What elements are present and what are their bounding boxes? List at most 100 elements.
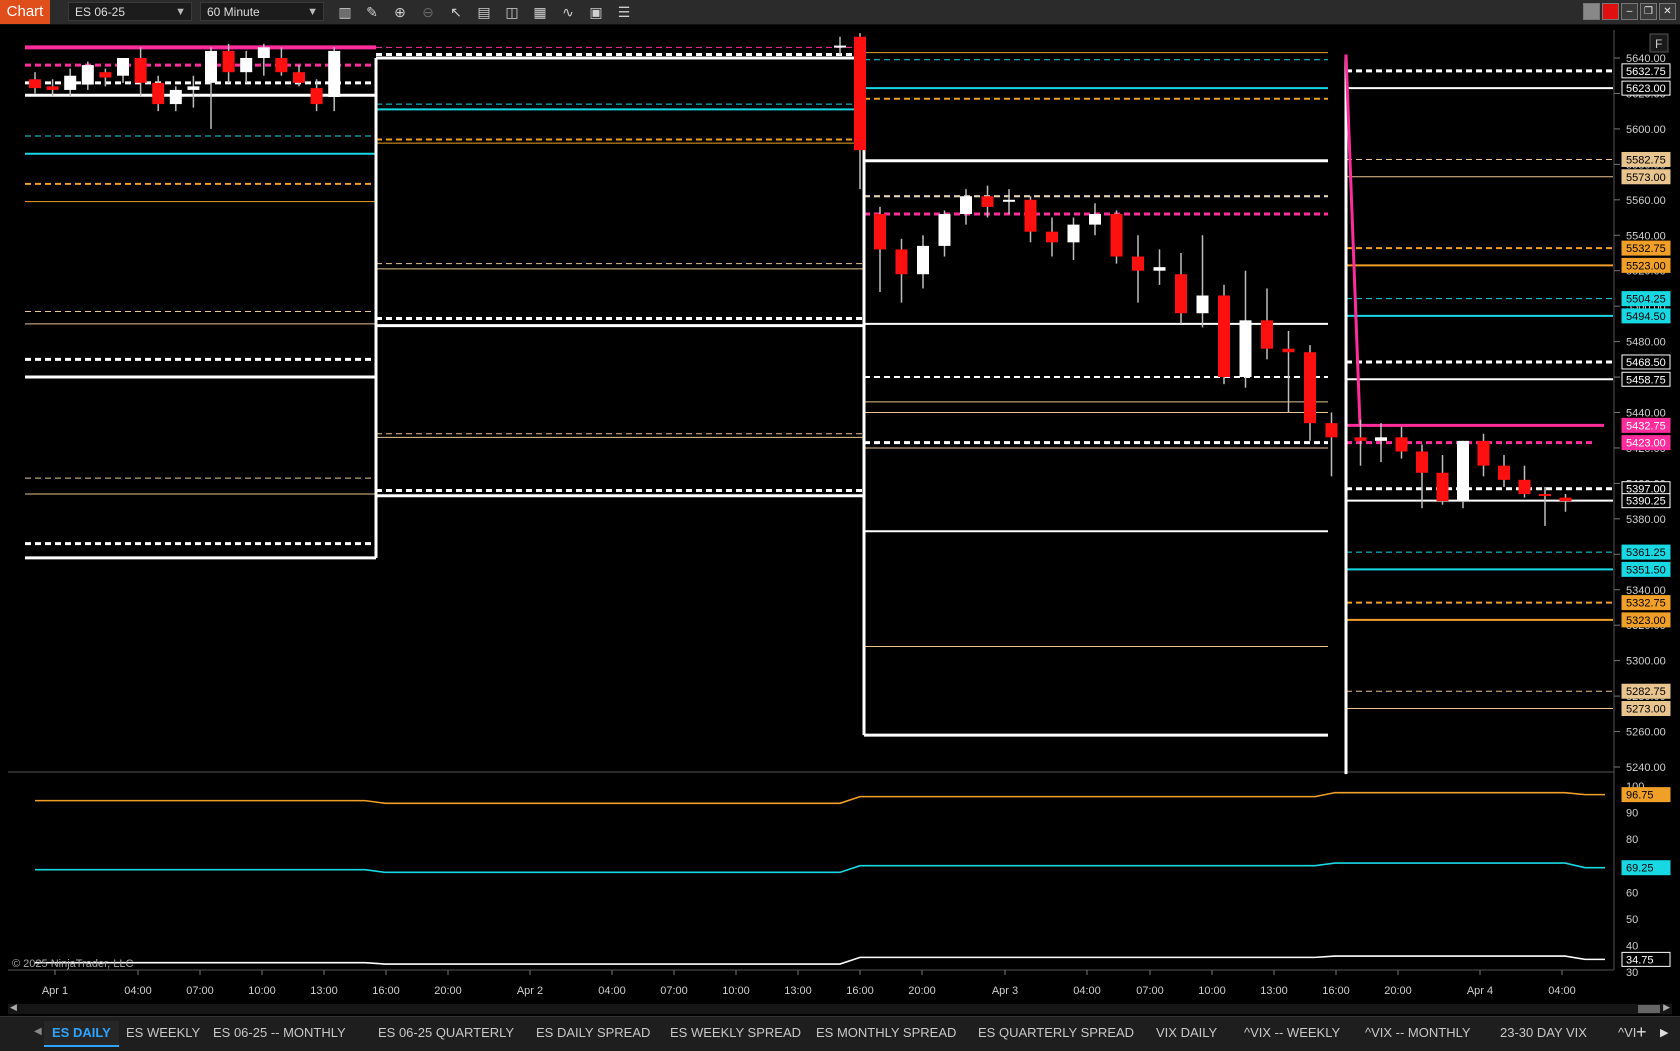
chart-title: Chart [0,0,50,24]
indicators-icon[interactable]: ▣ [587,3,605,21]
lower-indicator-panel[interactable]: 1009080706050403096.7569.2534.75 [35,781,1671,979]
copyright-text: © 2025 NinjaTrader, LLC [12,958,134,970]
candle-body [81,65,94,85]
candle-body [1304,352,1316,424]
candle-body [854,36,866,151]
data-box-icon[interactable]: ☰ [615,3,633,21]
add-tab-icon[interactable]: + [1636,1022,1647,1043]
price-badge-label: 5494.50 [1626,311,1666,323]
tab-23-30-day-vix[interactable]: 23-30 DAY VIX [1492,1021,1595,1045]
candle-body [328,50,341,97]
tab-es-weekly[interactable]: ES WEEKLY [118,1021,208,1045]
tab-es-monthly-spread[interactable]: ES MONTHLY SPREAD [808,1021,964,1045]
time-axis[interactable]: Apr 1 04:00 07:00 10:00 13:00 16:00 20:00 Apr 2… [42,970,1576,997]
candle-body [1132,256,1144,271]
restore-icon[interactable]: ❐ [1640,3,1657,20]
candle-body [257,47,270,58]
candle-body [1354,437,1367,441]
candle-body [834,45,846,48]
time-tick-label: 13:00 [310,985,338,997]
price-tick-label: 5440.00 [1626,408,1666,420]
tab-vix-monthly[interactable]: ^VIX -- MONTHLY [1357,1021,1479,1045]
price-badge-label: 5623.00 [1626,83,1666,95]
tab-es-weekly-spread[interactable]: ES WEEKLY SPREAD [662,1021,809,1045]
time-tick-label: Apr 4 [1467,985,1493,997]
price-badge-label: 5332.75 [1626,598,1666,610]
close-icon[interactable]: ✕ [1659,3,1676,20]
candle-body [1261,320,1273,349]
price-badge-label: 5582.75 [1626,154,1666,166]
link-icon[interactable] [1583,3,1600,20]
tab-vix-daily[interactable]: VIX DAILY [1148,1021,1225,1045]
strategy-icon[interactable]: ∿ [559,3,577,21]
candle-body [981,196,994,207]
tab-vix-weekly[interactable]: ^VIX -- WEEKLY [1236,1021,1348,1045]
chevron-down-icon: ▼ [175,6,186,18]
candle-body [240,58,253,73]
candle-body [1457,440,1469,502]
candle-body [1067,224,1080,243]
time-tick-label: 16:00 [1322,985,1350,997]
time-tick-label: 20:00 [434,985,462,997]
tab-prev-icon[interactable]: ◀ [34,1026,42,1037]
chevron-down-icon: ▼ [307,6,318,18]
pointer-icon[interactable]: ↖ [447,3,465,21]
time-tick-label: 13:00 [1260,985,1288,997]
price-badge-label: 5323.00 [1626,615,1666,627]
time-tick-label: 10:00 [248,985,276,997]
tab-es-06-25-quarterly[interactable]: ES 06-25 QUARTERLY [370,1021,522,1045]
candle-body [1416,451,1428,473]
toolbar: Chart ES 06-25 ▼ 60 Minute ▼ ▥ ✎ ⊕ ⊖ ↖ ▤… [0,0,1680,25]
instrument-selector[interactable]: ES 06-25 ▼ [68,2,192,21]
lower-tick-label: 40 [1626,940,1638,952]
price-badges: 5632.75 5623.00 5582.75 5573.00 5532.75 5523.… [1621,63,1671,717]
lower-badge-label: 34.75 [1626,954,1654,966]
instrument-value: ES 06-25 [75,5,126,19]
candle-body [1175,274,1187,314]
interval-selector[interactable]: 60 Minute ▼ [200,2,324,21]
candle-body [1024,199,1037,232]
time-tick-label: Apr 1 [42,985,68,997]
scroll-left-icon[interactable]: ◀ [10,1002,17,1013]
zoom-out-icon[interactable]: ⊖ [419,3,437,21]
candle-body [1395,437,1408,452]
candle-body [1003,199,1015,202]
tab-es-daily[interactable]: ES DAILY [44,1021,119,1047]
price-tick-label: 5340.00 [1626,585,1666,597]
chart-area[interactable]: F 5640.005620.005600.005580.005560.00554… [0,25,1680,1003]
candle-body [1518,479,1531,495]
chart-trader-icon[interactable]: ▦ [531,3,549,21]
tab-es-daily-spread[interactable]: ES DAILY SPREAD [528,1021,658,1045]
time-tick-label: Apr 3 [992,985,1018,997]
candle-body [1498,465,1510,480]
lower-tick-label: 60 [1626,887,1638,899]
horizontal-scrollbar[interactable]: ◀ ▶ [8,1002,1672,1014]
lower-tick-label: 30 [1626,967,1638,979]
time-tick-label: 07:00 [660,985,688,997]
scrollbar-thumb[interactable] [1638,1005,1660,1013]
price-badge-label: 5458.75 [1626,374,1666,386]
tab-es-06-25-monthly[interactable]: ES 06-25 -- MONTHLY [205,1021,354,1045]
price-tick-label: 5380.00 [1626,514,1666,526]
draw-icon[interactable]: ✎ [363,3,381,21]
lower-indicator-line [35,791,1605,805]
time-tick-label: 07:00 [1136,985,1164,997]
price-tick-label: 5640.00 [1626,53,1666,65]
price-badge-label: 5573.00 [1626,172,1666,184]
tab-es-quarterly-spread[interactable]: ES QUARTERLY SPREAD [970,1021,1142,1045]
time-tick-label: 10:00 [1198,985,1226,997]
minimize-icon[interactable]: – [1621,3,1638,20]
tab-next-icon[interactable]: ▶ [1660,1026,1668,1039]
flat-button-label: F [1655,37,1662,51]
link-color-icon[interactable] [1602,3,1619,20]
zoom-in-icon[interactable]: ⊕ [391,3,409,21]
candle-body [275,58,288,73]
template-icon[interactable]: ▤ [475,3,493,21]
bar-type-icon[interactable]: ▥ [336,3,354,21]
properties-icon[interactable]: ◫ [503,3,521,21]
price-badge-label: 5532.75 [1626,243,1666,255]
scroll-right-icon[interactable]: ▶ [1663,1002,1670,1013]
candle-body [1477,440,1490,466]
candle-body [1110,213,1123,257]
candle-body [1559,497,1572,502]
